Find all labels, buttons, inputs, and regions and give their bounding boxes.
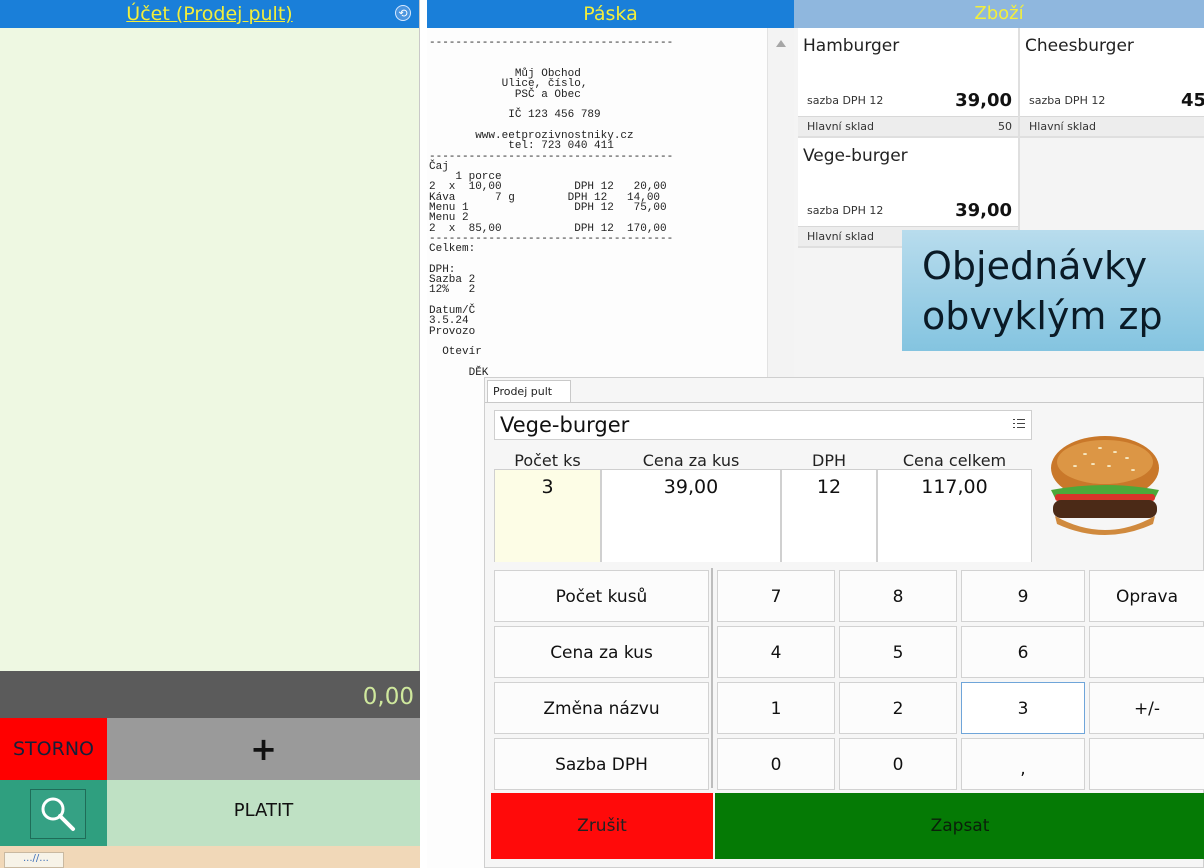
keypad-separator: [711, 568, 713, 788]
key-7[interactable]: 7: [717, 570, 835, 622]
add-item-button[interactable]: +: [107, 718, 420, 780]
vat-rate-button[interactable]: Sazba DPH: [494, 738, 709, 790]
receipt-line: Sazba 2: [429, 274, 476, 287]
scroll-up-icon[interactable]: [776, 40, 786, 47]
product-store: Hlavní sklad: [1029, 120, 1096, 133]
account-panel: Účet (Prodej pult) ⟲ 0,00 STORNO + PLATI…: [0, 0, 420, 868]
key-3[interactable]: 3: [961, 682, 1085, 734]
storno-button[interactable]: STORNO: [0, 718, 107, 780]
receipt-line: -------------------------------------: [429, 150, 674, 163]
product-tile-cheesburger[interactable]: Cheesburger sazba DPH 12 45 Hlavní sklad: [1020, 28, 1204, 138]
key-9[interactable]: 9: [961, 570, 1085, 622]
product-price: 45: [1180, 90, 1204, 111]
burger-image: [1051, 436, 1159, 535]
sale-dialog: Prodej pult Vege-burger Počet ks Cena za…: [484, 377, 1204, 868]
blank-key-2[interactable]: [1089, 738, 1204, 790]
product-name: Hamburger: [803, 36, 900, 56]
receipt-line: [429, 296, 767, 306]
product-name: Cheesburger: [1025, 36, 1134, 56]
receipt-line: Otevír: [429, 346, 482, 359]
receipt-line: -------------------------------------: [429, 232, 674, 245]
unit-price-button[interactable]: Cena za kus: [494, 626, 709, 678]
banner-line-2: obvyklým zp: [922, 294, 1163, 338]
receipt-line: Menu 1 DPH 12 75,00: [429, 202, 667, 215]
product-stock-row: Hlavní sklad 50: [798, 116, 1018, 136]
account-total: 0,00: [0, 671, 420, 718]
mini-tab[interactable]: ...//...: [4, 852, 64, 868]
account-header: Účet (Prodej pult) ⟲: [0, 0, 419, 28]
list-icon[interactable]: [1013, 419, 1025, 432]
receipt-header: Páska: [427, 0, 794, 28]
product-vat: sazba DPH 12: [807, 204, 884, 217]
product-stock-qty: 50: [998, 120, 1012, 133]
sign-toggle-button[interactable]: +/-: [1089, 682, 1204, 734]
product-store: Hlavní sklad: [807, 120, 874, 133]
key-2[interactable]: 2: [839, 682, 957, 734]
key-5[interactable]: 5: [839, 626, 957, 678]
quantity-button[interactable]: Počet kusů: [494, 570, 709, 622]
product-store: Hlavní sklad: [807, 230, 874, 243]
total-value[interactable]: 117,00: [877, 470, 1032, 562]
goods-header: Zboží: [794, 0, 1204, 28]
receipt-line: 12% 2: [429, 284, 476, 297]
confirm-button[interactable]: Zapsat: [715, 793, 1204, 859]
bottom-strip: ...//...: [0, 846, 420, 868]
receipt-line: PSČ a Obec: [429, 88, 581, 101]
decimal-comma-key[interactable]: ,: [961, 738, 1085, 790]
product-tile-hamburger[interactable]: Hamburger sazba DPH 12 39,00 Hlavní skla…: [798, 28, 1020, 138]
receipt-line: [429, 255, 767, 265]
header-vat: DPH: [812, 451, 846, 470]
tab-prodej-pult[interactable]: Prodej pult: [487, 380, 571, 402]
search-button[interactable]: [30, 789, 86, 839]
product-vat: sazba DPH 12: [807, 94, 884, 107]
unit-price-value[interactable]: 39,00: [601, 470, 781, 562]
account-title: Účet (Prodej pult): [126, 3, 293, 25]
item-name-field[interactable]: Vege-burger: [494, 410, 1032, 440]
receipt-line: Provozo: [429, 325, 476, 338]
receipt-line: IČ 123 456 789: [429, 109, 601, 122]
rename-button[interactable]: Změna názvu: [494, 682, 709, 734]
tab-divider: [485, 402, 1204, 403]
refresh-icon[interactable]: ⟲: [395, 5, 411, 21]
receipt-line: Datum/Č: [429, 305, 476, 318]
cancel-button[interactable]: Zrušit: [491, 793, 713, 859]
header-unit-price: Cena za kus: [642, 451, 740, 470]
header-total: Cena celkem: [902, 451, 1007, 470]
product-price: 39,00: [955, 200, 1012, 221]
blank-key[interactable]: [1089, 626, 1204, 678]
banner-line-1: Objednávky: [922, 244, 1148, 288]
receipt-line: Celkem:: [429, 243, 476, 256]
product-price: 39,00: [955, 90, 1012, 111]
vat-value[interactable]: 12: [781, 470, 877, 562]
product-stock-row: Hlavní sklad: [1020, 116, 1204, 136]
key-1[interactable]: 1: [717, 682, 835, 734]
qty-value[interactable]: 3: [494, 470, 601, 562]
product-name: Vege-burger: [803, 146, 908, 166]
search-icon: [41, 797, 75, 831]
key-6[interactable]: 6: [961, 626, 1085, 678]
search-area: [0, 780, 107, 846]
info-banner: Objednávky obvyklým zp: [902, 230, 1204, 351]
receipt-line: 3.5.24: [429, 315, 469, 328]
product-vat: sazba DPH 12: [1029, 94, 1106, 107]
receipt-line: -------------------------------------: [429, 37, 674, 50]
item-name-value: Vege-burger: [500, 413, 630, 437]
key-0[interactable]: 0: [717, 738, 835, 790]
receipt-line: DPH:: [429, 263, 456, 276]
pay-button[interactable]: PLATIT: [107, 780, 420, 846]
key-0-second[interactable]: 0: [839, 738, 957, 790]
key-8[interactable]: 8: [839, 570, 957, 622]
key-4[interactable]: 4: [717, 626, 835, 678]
header-qty: Počet ks: [514, 451, 581, 470]
receipt-line: [429, 49, 767, 59]
correction-button[interactable]: Oprava: [1089, 570, 1204, 622]
receipt-scrollbar[interactable]: [767, 28, 794, 378]
